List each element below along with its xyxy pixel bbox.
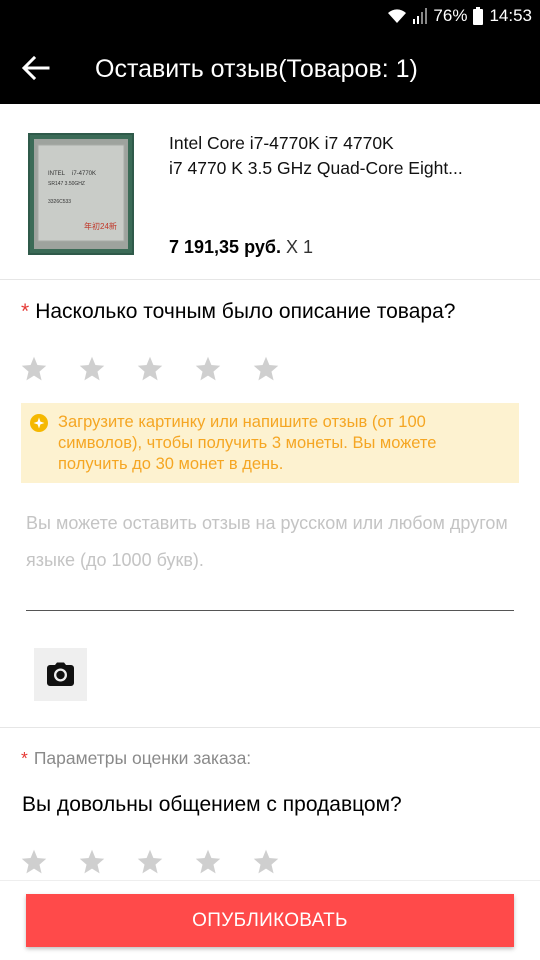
seller-question: Вы довольны общением с продавцом? <box>22 793 402 816</box>
required-mark: * <box>21 748 28 768</box>
star-icon[interactable] <box>194 355 222 383</box>
svg-text:i7-4770K: i7-4770K <box>72 171 96 177</box>
clock: 14:53 <box>489 6 532 25</box>
star-icon[interactable] <box>194 848 222 876</box>
star-icon[interactable] <box>252 848 280 876</box>
star-icon[interactable] <box>20 848 48 876</box>
status-bar: 76% 14:53 <box>0 0 540 32</box>
product-price-row: 7 191,35 руб. X 1 <box>169 235 313 259</box>
rating-question-text: Насколько точным было описание товара? <box>35 300 456 323</box>
star-icon[interactable] <box>252 355 280 383</box>
arrow-left-icon <box>21 55 50 81</box>
add-photo-button[interactable] <box>34 648 87 701</box>
review-input[interactable] <box>26 503 514 611</box>
star-icon[interactable] <box>136 848 164 876</box>
back-button[interactable] <box>18 52 54 84</box>
coins-notice-text: Загрузите картинку или напишите отзыв (о… <box>58 413 437 473</box>
wifi-icon <box>388 9 407 23</box>
order-params-text: Параметры оценки заказа: <box>33 748 252 768</box>
product-price: 7 191,35 руб. <box>169 237 281 257</box>
product-quantity: X 1 <box>285 237 314 257</box>
svg-text:INTEL: INTEL <box>48 171 66 177</box>
svg-text:SR147 3.50GHZ: SR147 3.50GHZ <box>48 181 85 187</box>
battery-percent: 76% <box>433 6 468 25</box>
order-params-label: * Параметры оценки заказа: <box>21 745 251 771</box>
section-divider <box>0 727 540 728</box>
product-summary: INTEL i7-4770K SR147 3.50GHZ 3326C533 年初… <box>0 104 540 280</box>
coin-icon <box>30 414 48 432</box>
product-title-line1: Intel Core i7-4770K i7 4770K <box>169 133 394 153</box>
star-icon[interactable] <box>136 355 164 383</box>
star-icon[interactable] <box>20 355 48 383</box>
svg-text:年初24新: 年初24新 <box>84 221 117 231</box>
rating-question: * Насколько точным было описание товара? <box>21 298 455 326</box>
battery-icon <box>473 7 484 25</box>
camera-icon <box>47 662 74 686</box>
description-rating-stars <box>20 355 310 383</box>
product-title[interactable]: Intel Core i7-4770K i7 4770K i7 4770 K 3… <box>169 131 509 181</box>
page-title: Оставить отзыв(Товаров: 1) <box>95 55 418 83</box>
star-icon[interactable] <box>78 355 106 383</box>
publish-button[interactable]: ОПУБЛИКОВАТЬ <box>26 894 514 947</box>
coins-notice: Загрузите картинку или напишите отзыв (о… <box>21 403 519 483</box>
signal-icon <box>413 8 428 24</box>
svg-text:3326C533: 3326C533 <box>48 199 71 205</box>
product-title-line2: i7 4770 K 3.5 GHz Quad-Core Eight... <box>169 158 463 178</box>
app-bar: Оставить отзыв(Товаров: 1) <box>0 32 540 104</box>
product-image: INTEL i7-4770K SR147 3.50GHZ 3326C533 年初… <box>28 133 134 255</box>
required-mark: * <box>21 300 30 323</box>
star-icon[interactable] <box>78 848 106 876</box>
seller-rating-stars <box>20 848 310 876</box>
